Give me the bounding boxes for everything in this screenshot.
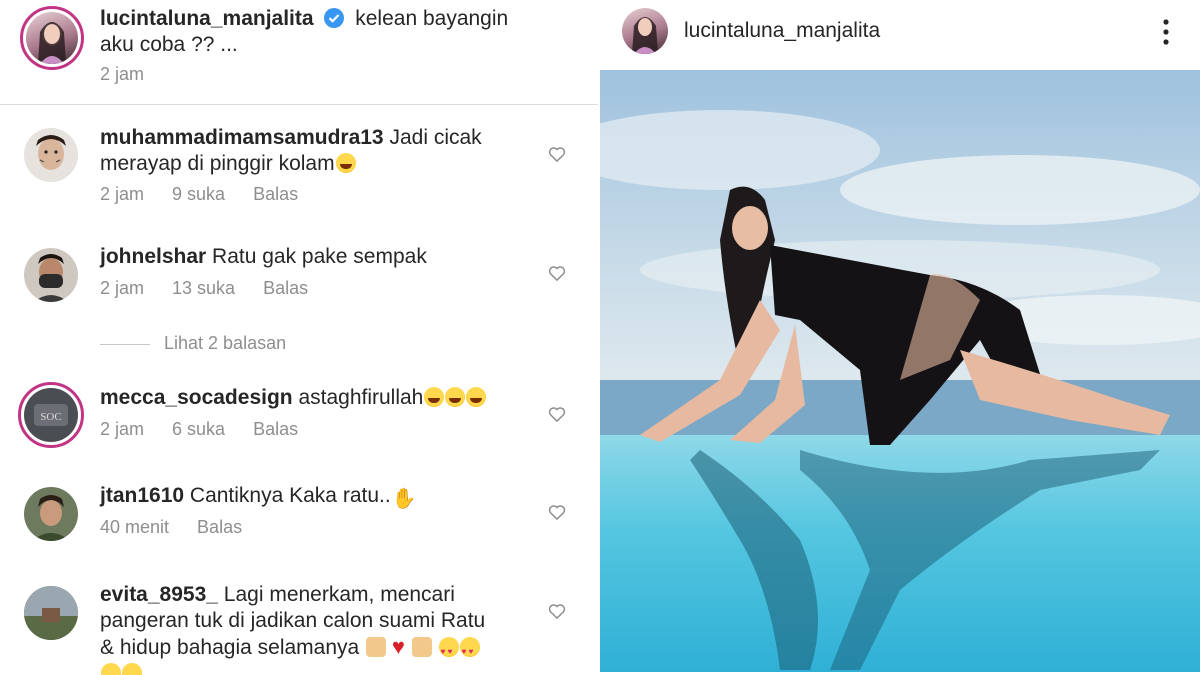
- comment-body: astaghfirullah: [298, 386, 424, 409]
- comment-time: 2 jam: [100, 278, 145, 298]
- reply-button[interactable]: Balas: [197, 517, 242, 537]
- groom-emoji-icon: [366, 637, 387, 657]
- comment-body-line3: & hidup bahagia selamanya: [100, 636, 360, 659]
- comment-avatar[interactable]: [24, 128, 78, 182]
- bride-emoji-icon: [411, 637, 432, 657]
- comment-username[interactable]: evita_8953_: [100, 583, 218, 606]
- comment-text: johnelshar Ratu gak pake sempak: [100, 244, 427, 270]
- reply-button[interactable]: Balas: [253, 184, 298, 204]
- comment-avatar[interactable]: [24, 248, 78, 302]
- comment-text: jtan1610 Cantiknya Kaka ratu..✋: [100, 483, 417, 510]
- heart-eyes-emoji-icon: [459, 637, 480, 665]
- comment-avatar[interactable]: [24, 487, 78, 541]
- view-replies-label: Lihat 2 balasan: [164, 333, 287, 353]
- comment-body: Ratu gak pake sempak: [212, 245, 427, 268]
- comment-username[interactable]: muhammadimamsamudra13: [100, 126, 384, 149]
- comment-meta: 2 jam 9 suka Balas: [100, 184, 326, 205]
- reply-button[interactable]: Balas: [253, 419, 298, 439]
- laughing-emoji-icon: [335, 153, 356, 173]
- heart-eyes-emoji-icon: [122, 663, 142, 675]
- post-pane: lucintaluna_manjalita: [600, 0, 1200, 675]
- comment-likes[interactable]: 13 suka: [172, 278, 235, 298]
- comment-body-line2: merayap di pinggir kolam: [100, 152, 335, 175]
- comment-time: 2 jam: [100, 419, 145, 439]
- caption-avatar[interactable]: [26, 12, 78, 64]
- caption-time: 2 jam: [100, 64, 145, 84]
- caption-line2: aku coba ?? ...: [100, 33, 238, 56]
- like-heart-icon[interactable]: [547, 502, 567, 522]
- comment-likes[interactable]: 9 suka: [172, 184, 225, 204]
- clapping-hand-emoji-icon: ✋: [391, 488, 417, 510]
- view-replies-button[interactable]: Lihat 2 balasan: [100, 333, 286, 354]
- comment-username[interactable]: johnelshar: [100, 245, 206, 268]
- comment-body: Jadi cicak: [389, 126, 482, 149]
- comment-text: mecca_socadesign astaghfirullah: [100, 385, 487, 411]
- post-username[interactable]: lucintaluna_manjalita: [684, 19, 880, 43]
- comment-avatar[interactable]: [24, 586, 78, 640]
- verified-badge-icon: [324, 8, 345, 28]
- comment-time: 2 jam: [100, 184, 145, 204]
- like-heart-icon[interactable]: [547, 601, 567, 621]
- laughing-emoji-icon: [466, 387, 487, 407]
- comment-text: evita_8953_ Lagi menerkam, mencari pange…: [100, 582, 485, 675]
- caption-text: lucintaluna_manjalita kelean bayangin ak…: [100, 6, 508, 58]
- like-heart-icon[interactable]: [547, 263, 567, 283]
- view-replies-line: [100, 343, 150, 345]
- comment-body-line2: pangeran tuk di jadikan calon suami Ratu: [100, 609, 486, 632]
- more-vertical-icon[interactable]: [1160, 18, 1172, 46]
- comment-meta: 40 menit Balas: [100, 517, 270, 538]
- caption-divider: [0, 104, 600, 105]
- comment-meta: 2 jam 6 suka Balas: [100, 419, 326, 440]
- comment-username[interactable]: jtan1610: [100, 484, 184, 507]
- red-heart-emoji-icon: ♥: [391, 634, 405, 659]
- comment-body: Lagi menerkam, mencari: [223, 583, 455, 606]
- comment-time: 40 menit: [100, 517, 170, 537]
- post-photo[interactable]: [600, 70, 1200, 672]
- heart-eyes-emoji-icon: [438, 637, 459, 665]
- comment-username[interactable]: mecca_socadesign: [100, 386, 293, 409]
- avatar-portrait-icon: [38, 22, 66, 64]
- like-heart-icon[interactable]: [547, 404, 567, 424]
- comments-pane: lucintaluna_manjalita kelean bayangin ak…: [0, 0, 600, 675]
- caption-username[interactable]: lucintaluna_manjalita: [100, 7, 314, 30]
- caption-line1: kelean bayangin: [355, 7, 509, 30]
- heart-eyes-emoji-icon: [101, 663, 121, 675]
- post-avatar[interactable]: [622, 8, 668, 54]
- svg-text:SOC: SOC: [40, 411, 61, 423]
- reply-button[interactable]: Balas: [263, 278, 308, 298]
- comment-likes[interactable]: 6 suka: [172, 419, 225, 439]
- caption-meta: 2 jam: [100, 64, 172, 85]
- comment-meta: 2 jam 13 suka Balas: [100, 278, 336, 299]
- laughing-emoji-icon: [424, 387, 445, 407]
- post-header: lucintaluna_manjalita: [600, 0, 1200, 70]
- comment-text: muhammadimamsamudra13 Jadi cicak merayap…: [100, 125, 482, 177]
- like-heart-icon[interactable]: [547, 144, 567, 164]
- comment-body: Cantiknya Kaka ratu..: [189, 484, 391, 507]
- comment-avatar[interactable]: SOC: [24, 388, 78, 442]
- laughing-emoji-icon: [445, 387, 466, 407]
